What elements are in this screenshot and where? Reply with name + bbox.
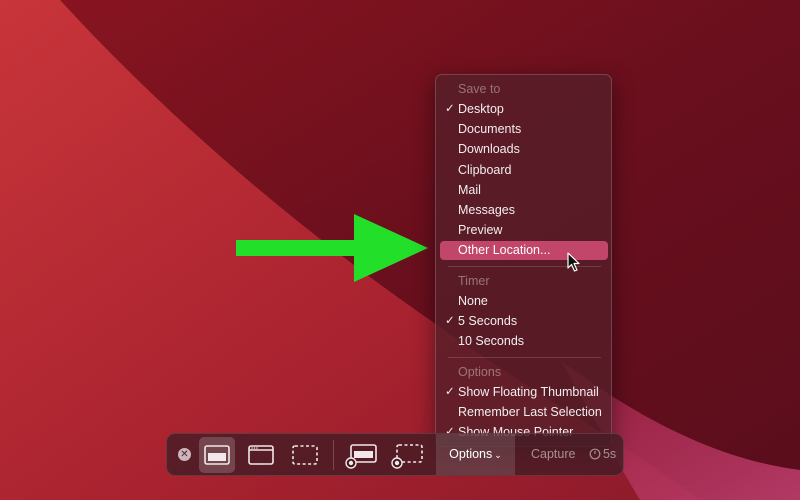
menu-item-timer-5-seconds[interactable]: ✓ 5 Seconds <box>440 312 608 331</box>
timer-header: Timer <box>458 274 490 288</box>
capture-selected-portion-button[interactable] <box>287 437 323 473</box>
menu-item-mail[interactable]: Mail <box>440 181 608 200</box>
screenshot-options-menu: Save to ✓ Desktop Documents Downloads Cl… <box>435 74 612 447</box>
capture-selected-window-icon <box>248 445 274 465</box>
record-entire-screen-icon <box>345 444 377 469</box>
timer-value: 5s <box>602 447 617 461</box>
options-button-label: Options <box>449 447 493 461</box>
menu-item-documents[interactable]: Documents <box>440 120 608 139</box>
menu-item-label: Messages <box>458 203 515 217</box>
menu-item-label: Other Location... <box>458 243 551 257</box>
timer-icon <box>589 448 601 460</box>
capture-entire-screen-button[interactable] <box>199 437 235 473</box>
menu-item-label: 5 Seconds <box>458 314 518 328</box>
screenshot-toolbar: ✕ Options ⌄ Capture 5s <box>166 433 624 476</box>
chevron-down-icon: ⌄ <box>494 450 502 460</box>
checkmark-icon: ✓ <box>445 315 455 327</box>
menu-item-show-floating-thumbnail[interactable]: ✓ Show Floating Thumbnail <box>440 383 608 402</box>
green-arrow-annotation <box>236 212 428 284</box>
menu-item-label: Mail <box>458 183 481 197</box>
checkmark-icon: ✓ <box>445 103 455 115</box>
menu-separator <box>448 357 601 358</box>
toolbar-divider <box>333 440 334 470</box>
menu-item-label: Desktop <box>458 102 504 116</box>
options-header: Options <box>458 365 502 379</box>
capture-button[interactable]: Capture 5s <box>523 434 623 475</box>
record-selected-portion-button[interactable] <box>389 437 427 473</box>
menu-item-label: Remember Last Selection <box>458 405 602 419</box>
menu-item-label: Downloads <box>458 142 520 156</box>
menu-item-label: Preview <box>458 223 503 237</box>
record-selected-portion-icon <box>391 444 423 469</box>
menu-item-label: Documents <box>458 122 522 136</box>
menu-item-remember-last-selection[interactable]: Remember Last Selection <box>440 403 608 422</box>
menu-item-timer-10-seconds[interactable]: 10 Seconds <box>440 332 608 351</box>
record-entire-screen-button[interactable] <box>343 437 381 473</box>
menu-item-desktop[interactable]: ✓ Desktop <box>440 100 608 119</box>
menu-item-label: 10 Seconds <box>458 334 525 348</box>
capture-button-label: Capture <box>531 447 576 461</box>
menu-item-clipboard[interactable]: Clipboard <box>440 161 608 180</box>
menu-item-messages[interactable]: Messages <box>440 201 608 220</box>
capture-selected-portion-icon <box>292 445 318 465</box>
mouse-pointer-icon <box>567 252 581 272</box>
capture-entire-screen-icon <box>204 445 230 465</box>
menu-item-label: Show Floating Thumbnail <box>458 385 599 399</box>
capture-selected-window-button[interactable] <box>243 437 279 473</box>
menu-item-timer-none[interactable]: None <box>440 292 608 311</box>
menu-item-preview[interactable]: Preview <box>440 221 608 240</box>
checkmark-icon: ✓ <box>445 386 455 398</box>
menu-item-label: None <box>458 294 488 308</box>
menu-item-other-location[interactable]: Other Location... <box>440 241 608 260</box>
close-icon[interactable]: ✕ <box>178 448 191 461</box>
options-button[interactable]: Options ⌄ <box>436 434 515 475</box>
menu-item-label: Clipboard <box>458 163 512 177</box>
menu-item-downloads[interactable]: Downloads <box>440 140 608 159</box>
save-to-header: Save to <box>458 82 501 96</box>
